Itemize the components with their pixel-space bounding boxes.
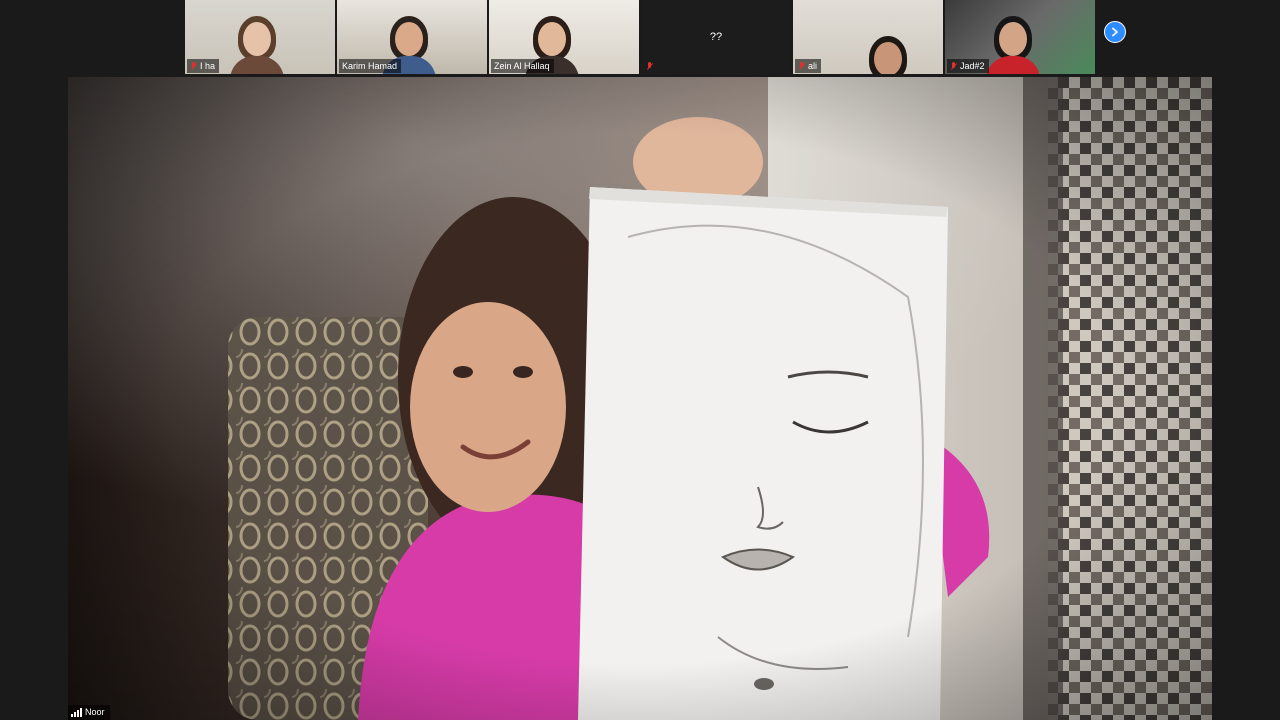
zoom-meeting-window: I ha Karim Hamad Zein Al Hallaq ?? ali J… xyxy=(0,0,1280,720)
participant-nameplate: Jad#2 xyxy=(947,59,989,73)
active-speaker-video[interactable]: Noor xyxy=(68,77,1212,720)
signal-bars-icon xyxy=(71,708,82,717)
participant-name-center: ?? xyxy=(709,31,723,43)
participant-nameplate xyxy=(643,59,657,73)
participant-name: Jad#2 xyxy=(960,61,985,71)
active-speaker-name: Noor xyxy=(85,707,105,717)
participant-tile[interactable]: Karim Hamad xyxy=(337,0,487,74)
participant-name: I ha xyxy=(200,61,216,71)
participant-nameplate: Karim Hamad xyxy=(339,59,402,73)
participant-name: Karim Hamad xyxy=(342,61,398,71)
participant-nameplate: Zein Al Hallaq xyxy=(491,59,554,73)
participant-tile[interactable]: I ha xyxy=(185,0,335,74)
participant-video xyxy=(985,12,1040,74)
participant-video xyxy=(861,32,915,74)
participant-tile[interactable]: Jad#2 xyxy=(945,0,1095,74)
participant-video xyxy=(230,12,284,74)
participant-nameplate: I ha xyxy=(187,59,220,73)
participant-name: Zein Al Hallaq xyxy=(494,61,550,71)
participant-tile[interactable]: Zein Al Hallaq xyxy=(489,0,639,74)
chevron-right-icon xyxy=(1112,27,1118,37)
participant-thumbnail-strip: I ha Karim Hamad Zein Al Hallaq ?? ali J… xyxy=(185,0,1095,74)
mic-muted-icon xyxy=(646,61,653,71)
next-page-button[interactable] xyxy=(1104,21,1126,43)
mic-muted-icon xyxy=(190,61,197,71)
participant-nameplate: ali xyxy=(795,59,822,73)
speaker-video-frame xyxy=(68,77,1212,720)
participant-name: ali xyxy=(808,61,818,71)
active-speaker-nameplate: Noor xyxy=(68,705,110,720)
mic-muted-icon xyxy=(798,61,805,71)
participant-tile[interactable]: ?? xyxy=(641,0,791,74)
mic-muted-icon xyxy=(950,61,957,71)
participant-tile[interactable]: ali xyxy=(793,0,943,74)
